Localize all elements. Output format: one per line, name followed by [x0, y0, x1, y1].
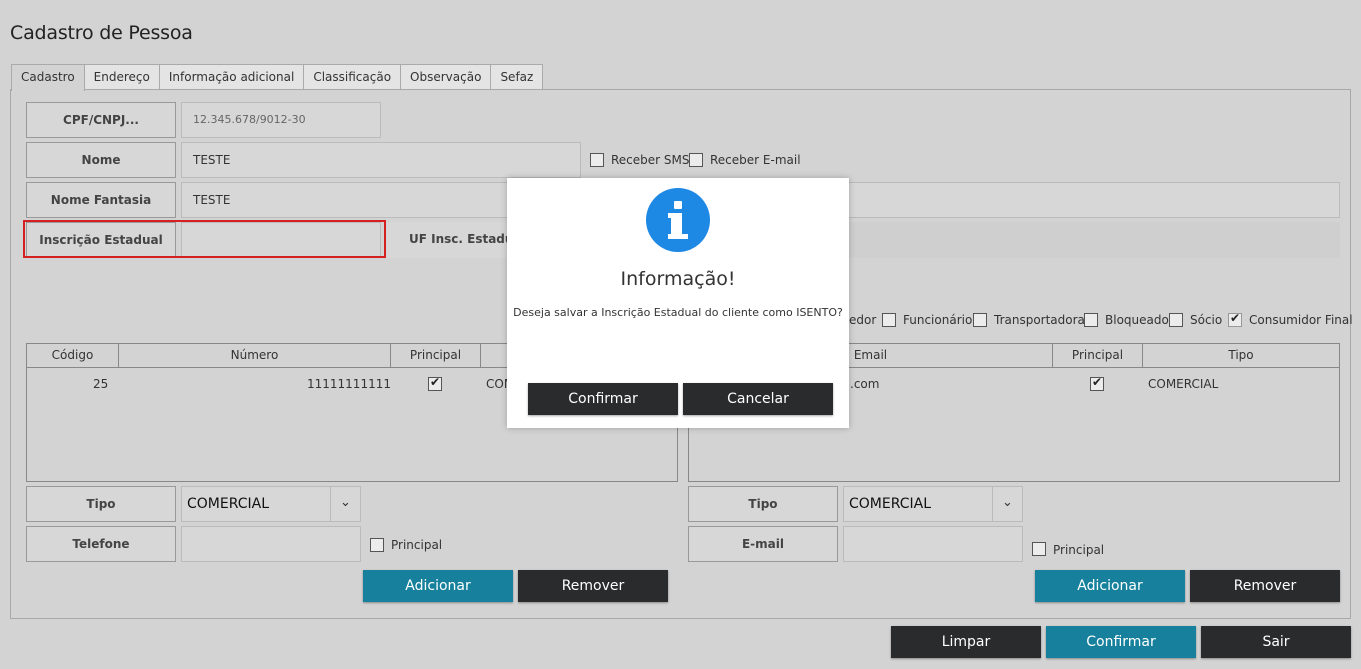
telefone-label: Telefone [26, 526, 176, 562]
fornecedor-label: edor [849, 313, 877, 327]
telefone-field[interactable] [181, 526, 361, 562]
nome-fantasia-label: Nome Fantasia [26, 182, 176, 218]
phone-tipo-select[interactable]: COMERCIAL ⌄ [181, 486, 361, 522]
nome-label: Nome [26, 142, 176, 178]
socio-checkbox[interactable] [1169, 313, 1183, 327]
email-tipo-value: COMERCIAL [849, 496, 932, 512]
socio-label: Sócio [1190, 313, 1223, 327]
email-tipo-label: Tipo [688, 486, 838, 522]
inscricao-estadual-highlight [23, 220, 386, 258]
phone-row-codigo[interactable]: 25 [93, 377, 108, 391]
phone-row-numero[interactable]: 11111111111 [307, 377, 391, 391]
chevron-down-icon[interactable]: ⌄ [330, 487, 360, 521]
email-label: E-mail [688, 526, 838, 562]
receber-sms-label: Receber SMS [611, 153, 690, 167]
nome-field[interactable]: TESTE [181, 142, 581, 178]
consumidor-final-checkbox[interactable] [1228, 311, 1242, 327]
limpar-button[interactable]: Limpar [891, 626, 1041, 658]
receber-email-label: Receber E-mail [710, 153, 801, 167]
phone-tipo-label: Tipo [26, 486, 176, 522]
tab-informacao-adicional[interactable]: Informação adicional [158, 64, 305, 90]
dialog-title: Informação! [620, 268, 736, 290]
cpf-cnpj-button[interactable]: CPF/CNPJ... [26, 102, 176, 138]
bloqueado-label: Bloqueado [1105, 313, 1169, 327]
tab-classificacao[interactable]: Classificação [303, 64, 402, 90]
email-field[interactable] [843, 526, 1023, 562]
info-dialog: Informação! Deseja salvar a Inscrição Es… [507, 178, 849, 428]
phone-principal-checkbox[interactable] [370, 538, 384, 552]
dialog-cancel-button[interactable]: Cancelar [683, 383, 833, 415]
funcionario-checkbox[interactable] [882, 313, 896, 327]
tab-bar: Cadastro Endereço Informação adicional C… [11, 64, 544, 91]
tab-cadastro[interactable]: Cadastro [11, 64, 85, 91]
phone-row-principal-checkbox[interactable] [428, 375, 442, 391]
email-row-principal-checkbox[interactable] [1090, 375, 1104, 391]
transportadora-checkbox[interactable] [973, 313, 987, 327]
email-add-button[interactable]: Adicionar [1035, 570, 1185, 602]
funcionario-label: Funcionário [903, 313, 973, 327]
column-header-codigo[interactable]: Código [27, 344, 119, 367]
info-icon [646, 188, 710, 252]
phone-tipo-value: COMERCIAL [187, 496, 270, 512]
email-remove-button[interactable]: Remover [1190, 570, 1340, 602]
receber-email-checkbox[interactable] [689, 153, 703, 167]
dialog-confirm-button[interactable]: Confirmar [528, 383, 678, 415]
page-title: Cadastro de Pessoa [10, 22, 193, 44]
chevron-down-icon[interactable]: ⌄ [992, 487, 1022, 521]
sair-button[interactable]: Sair [1201, 626, 1351, 658]
phone-principal-label: Principal [391, 538, 443, 552]
consumidor-final-label: Consumidor Final [1249, 313, 1353, 327]
email-tipo-select[interactable]: COMERCIAL ⌄ [843, 486, 1023, 522]
column-header-numero[interactable]: Número [119, 344, 391, 367]
email-principal-checkbox[interactable] [1032, 542, 1046, 556]
cpf-cnpj-field[interactable]: 12.345.678/9012-30 [181, 102, 381, 138]
confirmar-button[interactable]: Confirmar [1046, 626, 1196, 658]
email-row-tipo[interactable]: COMERCIAL [1148, 377, 1218, 391]
bloqueado-checkbox[interactable] [1084, 313, 1098, 327]
tab-endereco[interactable]: Endereço [83, 64, 160, 90]
receber-sms-checkbox[interactable] [590, 153, 604, 167]
column-header-tipo[interactable]: Tipo [1143, 344, 1339, 367]
column-header-principal[interactable]: Principal [1053, 344, 1143, 367]
column-header-principal[interactable]: Principal [391, 344, 481, 367]
phone-add-button[interactable]: Adicionar [363, 570, 513, 602]
transportadora-label: Transportadora [994, 313, 1085, 327]
email-row-email[interactable]: .com [850, 377, 879, 391]
tab-sefaz[interactable]: Sefaz [490, 64, 544, 90]
phone-remove-button[interactable]: Remover [518, 570, 668, 602]
dialog-message: Deseja salvar a Inscrição Estadual do cl… [513, 306, 843, 319]
tab-observacao[interactable]: Observação [400, 64, 492, 90]
email-principal-label: Principal [1053, 543, 1105, 557]
